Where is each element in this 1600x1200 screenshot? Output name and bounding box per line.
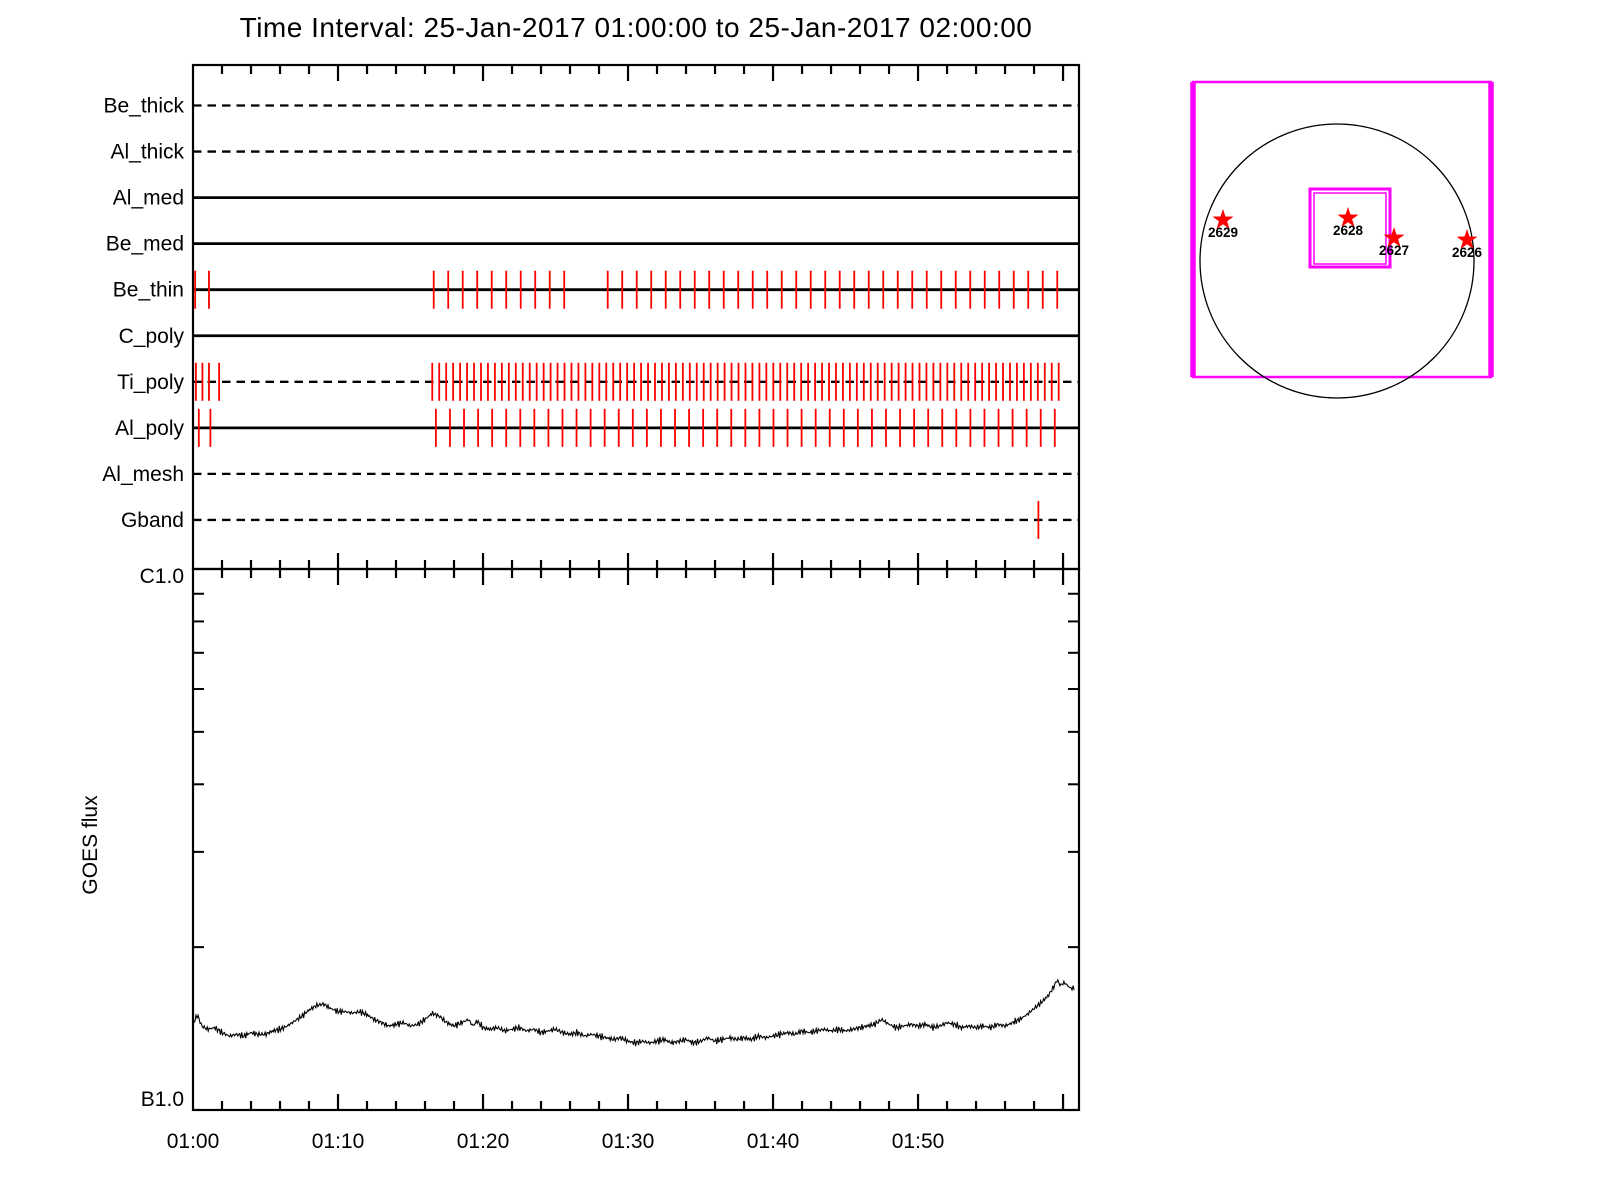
active-region-label-2628: 2628 [1333, 223, 1364, 238]
time-axis-label-0110: 01:10 [312, 1130, 365, 1153]
observation-summary-page: Time Interval: 25-Jan-2017 01:00:00 to 2… [0, 0, 1600, 1200]
goes-flux-panel [193, 569, 1079, 1110]
filter-row-label-gband: Gband [121, 509, 184, 532]
timeline-time-ticks [222, 65, 1063, 569]
filter-row-label-be_thin: Be_thin [113, 279, 184, 302]
filter-row-label-al_med: Al_med [113, 187, 184, 210]
filter-row-label-al_poly: Al_poly [115, 417, 184, 440]
active-region-label-2626: 2626 [1452, 245, 1483, 260]
filter-row-label-be_thick: Be_thick [103, 95, 184, 118]
goes-ylabel: GOES flux [79, 795, 102, 895]
filter-row-label-be_med: Be_med [106, 233, 184, 256]
solar-limb-circle [1200, 124, 1474, 398]
goes-flux-curve [193, 980, 1074, 1046]
filter-row-label-c_poly: C_poly [119, 325, 185, 348]
timeline-goes-solar-plot: Be_thick Al_thick Al_med Be_med Be_thin C_pol… [0, 0, 1600, 1200]
time-axis-label-0100: 01:00 [167, 1130, 220, 1153]
goes-frame [193, 569, 1079, 1110]
filter-row-label-ti_poly: Ti_poly [117, 371, 184, 394]
goes-axis-label-c1: C1.0 [140, 565, 184, 588]
active-region-2629: 2629 [1208, 209, 1238, 240]
goes-axis-label-b1: B1.0 [141, 1088, 184, 1111]
active-region-label-2627: 2627 [1379, 243, 1409, 258]
time-axis-label-0130: 01:30 [602, 1130, 655, 1153]
filter-row-label-al_mesh: Al_mesh [102, 463, 184, 486]
filter-row-al_poly [193, 409, 1079, 447]
active-region-2626: 2626 [1452, 229, 1483, 260]
filter-timeline-panel [193, 65, 1079, 569]
time-axis-label-0120: 01:20 [457, 1130, 510, 1153]
goes-flux-ticks [193, 594, 1079, 947]
active-region-2627: 2627 [1379, 227, 1409, 258]
time-axis-label-0140: 01:40 [747, 1130, 800, 1153]
active-region-label-2629: 2629 [1208, 225, 1238, 240]
active-region-2628: 2628 [1333, 207, 1364, 238]
filter-row-label-al_thick: Al_thick [110, 141, 184, 164]
solar-pointing-map: 2629 2628 2627 2626 [1193, 82, 1491, 398]
filter-row-ti_poly [193, 363, 1079, 401]
timeline-frame [193, 65, 1079, 569]
filter-row-gband [193, 501, 1079, 539]
time-axis-label-0150: 01:50 [892, 1130, 945, 1153]
goes-time-ticks [222, 569, 1063, 1110]
filter-row-be_thin [193, 271, 1079, 309]
